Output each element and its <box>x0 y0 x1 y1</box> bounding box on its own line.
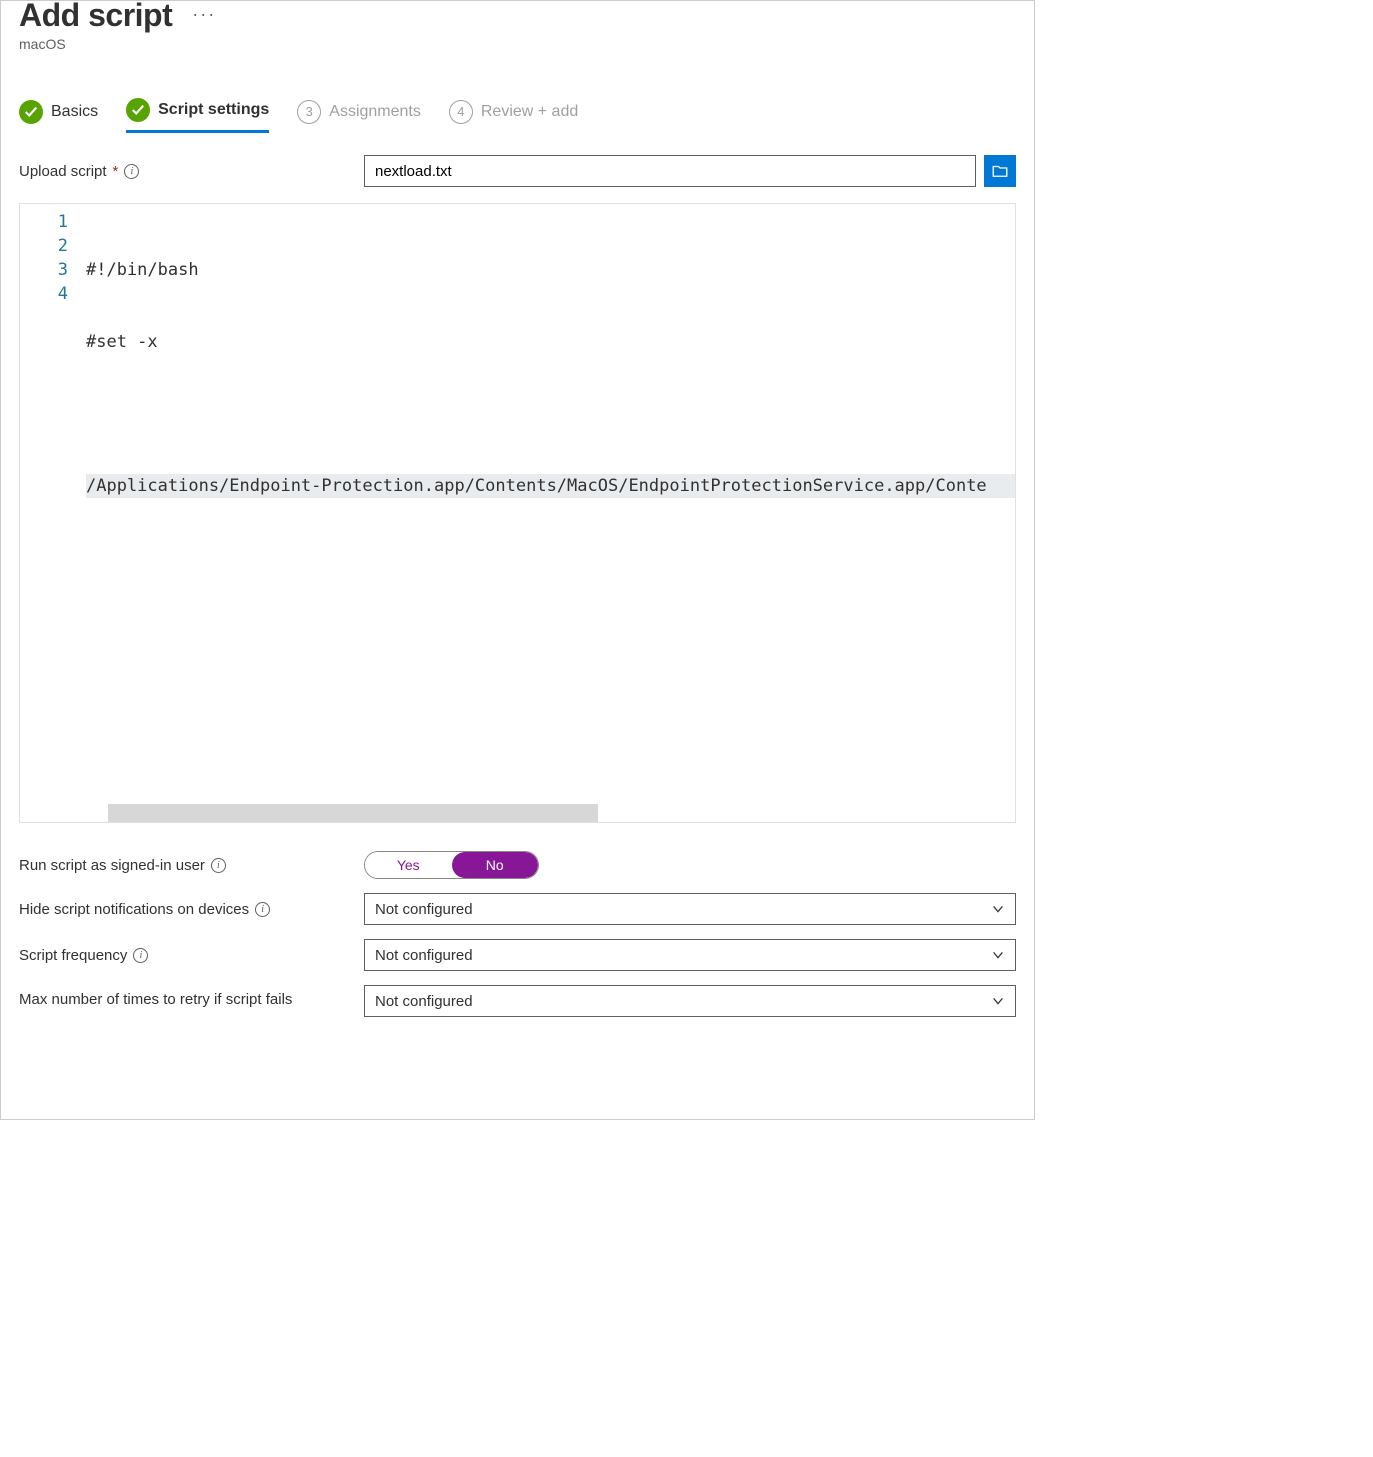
more-icon[interactable]: ··· <box>192 4 216 25</box>
label-text: Hide script notifications on devices <box>19 901 249 918</box>
label-text: Script frequency <box>19 947 127 964</box>
script-frequency-label: Script frequency i <box>19 947 364 964</box>
line-number: 3 <box>20 258 68 282</box>
step-label: Review + add <box>481 103 578 121</box>
step-review-add[interactable]: 4 Review + add <box>449 98 578 133</box>
step-basics[interactable]: Basics <box>19 98 98 133</box>
run-as-user-toggle[interactable]: Yes No <box>364 851 539 879</box>
code-line: #set -x <box>86 330 1015 354</box>
chevron-down-icon <box>991 994 1005 1008</box>
info-icon[interactable]: i <box>124 164 139 179</box>
folder-icon <box>991 162 1009 180</box>
select-value: Not configured <box>375 901 473 918</box>
step-label: Script settings <box>158 101 269 119</box>
code-gutter: 1 2 3 4 <box>20 204 86 822</box>
step-label: Basics <box>51 103 98 121</box>
max-retry-row: Max number of times to retry if script f… <box>19 985 1016 1017</box>
code-line <box>86 402 1015 426</box>
max-retry-select[interactable]: Not configured <box>364 985 1016 1017</box>
label-text: Max number of times to retry if script f… <box>19 991 292 1008</box>
step-assignments[interactable]: 3 Assignments <box>297 98 421 133</box>
select-value: Not configured <box>375 993 473 1010</box>
upload-script-filename[interactable] <box>364 155 976 187</box>
info-icon[interactable]: i <box>133 948 148 963</box>
script-frequency-select[interactable]: Not configured <box>364 939 1016 971</box>
label-text: Upload script <box>19 163 107 180</box>
required-asterisk: * <box>113 163 119 180</box>
check-icon <box>126 98 150 122</box>
script-frequency-row: Script frequency i Not configured <box>19 939 1016 971</box>
label-text: Run script as signed-in user <box>19 857 205 874</box>
info-icon[interactable]: i <box>211 858 226 873</box>
script-code-viewer[interactable]: 1 2 3 4 #!/bin/bash #set -x /Application… <box>19 203 1016 823</box>
page-subtitle: macOS <box>19 36 1016 52</box>
code-line: /Applications/Endpoint-Protection.app/Co… <box>86 474 1015 498</box>
step-label: Assignments <box>329 103 421 121</box>
hide-notifications-label: Hide script notifications on devices i <box>19 901 364 918</box>
wizard-steps: Basics Script settings 3 Assignments 4 R… <box>19 98 1016 133</box>
panel-header: Add script ··· <box>19 0 1016 34</box>
chevron-down-icon <box>991 948 1005 962</box>
toggle-no[interactable]: No <box>452 852 539 878</box>
chevron-down-icon <box>991 902 1005 916</box>
upload-script-row: Upload script * i <box>19 155 1016 187</box>
select-value: Not configured <box>375 947 473 964</box>
max-retry-label: Max number of times to retry if script f… <box>19 985 364 1008</box>
line-number: 1 <box>20 210 68 234</box>
upload-script-label: Upload script * i <box>19 163 364 180</box>
info-icon[interactable]: i <box>255 902 270 917</box>
horizontal-scrollbar[interactable] <box>108 804 598 822</box>
browse-file-button[interactable] <box>984 155 1016 187</box>
check-icon <box>19 100 43 124</box>
toggle-yes[interactable]: Yes <box>365 852 452 878</box>
hide-notifications-select[interactable]: Not configured <box>364 893 1016 925</box>
hide-notifications-row: Hide script notifications on devices i N… <box>19 893 1016 925</box>
step-script-settings[interactable]: Script settings <box>126 98 269 133</box>
page-title: Add script <box>19 0 172 34</box>
line-number: 4 <box>20 282 68 306</box>
step-number-badge: 4 <box>449 100 473 124</box>
add-script-panel: Add script ··· macOS Basics Script setti… <box>0 0 1035 1120</box>
run-as-user-label: Run script as signed-in user i <box>19 857 364 874</box>
step-number-badge: 3 <box>297 100 321 124</box>
code-line: #!/bin/bash <box>86 258 1015 282</box>
code-lines: #!/bin/bash #set -x /Applications/Endpoi… <box>86 204 1015 822</box>
run-as-user-row: Run script as signed-in user i Yes No <box>19 851 1016 879</box>
line-number: 2 <box>20 234 68 258</box>
